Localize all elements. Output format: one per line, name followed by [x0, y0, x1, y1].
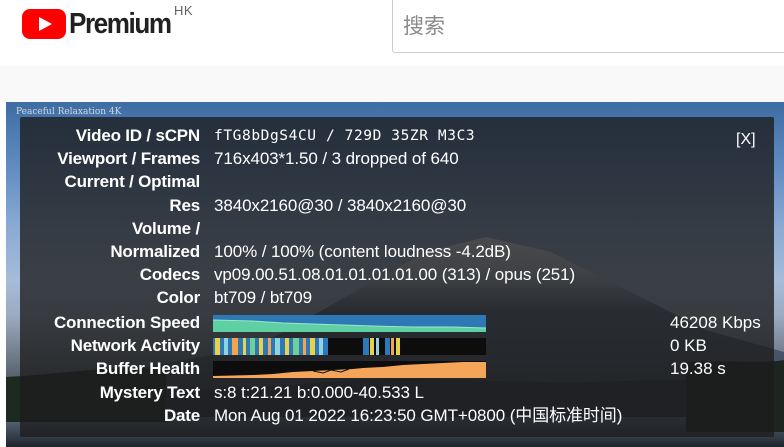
- masthead: Premium HK: [0, 0, 784, 66]
- stat-label: Current / Optimal: [64, 172, 201, 191]
- stat-label: Normalized: [110, 242, 200, 261]
- stat-label: Network Activity: [70, 336, 201, 355]
- stats-for-nerds-panel: [X] Video ID / sCPN fTG8bDgS4CU / 729D 3…: [20, 117, 774, 437]
- stat-value: 0 KB: [670, 336, 707, 355]
- stat-label: Volume /: [132, 219, 200, 238]
- connection-speed-graph: [213, 315, 486, 332]
- network-activity-graph: [213, 338, 486, 355]
- stat-value: 716x403*1.50 / 3 dropped of 640: [214, 149, 459, 168]
- stat-row-buffer-health: Buffer Health 19.38 s: [20, 358, 774, 380]
- logo-text: Premium: [69, 7, 172, 40]
- video-title-overlay: Peaceful Relaxation 4K: [16, 107, 122, 117]
- stat-value: 46208 Kbps: [670, 313, 761, 332]
- stat-label: Connection Speed: [53, 313, 200, 332]
- stat-label: Res: [169, 196, 200, 215]
- stat-label: Color: [156, 288, 201, 307]
- stat-row-connection-speed: Connection Speed 46208 Kbps: [20, 312, 774, 334]
- stat-row-viewport: Viewport / Frames 716x403*1.50 / 3 dropp…: [20, 148, 774, 170]
- stat-value: 3840x2160@30 / 3840x2160@30: [214, 196, 467, 215]
- stat-value: s:8 t:21.21 b:0.000-40.533 L: [214, 383, 424, 402]
- stat-row-normalized: Normalized 100% / 100% (content loudness…: [20, 241, 774, 263]
- stat-label: Date: [163, 406, 200, 425]
- stat-value: 100% / 100% (content loudness -4.2dB): [214, 242, 511, 261]
- page-background: [0, 66, 784, 102]
- stat-row-date: Date Mon Aug 01 2022 16:23:50 GMT+0800 (…: [20, 405, 774, 427]
- search-box[interactable]: [392, 0, 784, 53]
- stat-row-mystery-text: Mystery Text s:8 t:21.21 b:0.000-40.533 …: [20, 382, 774, 404]
- stat-value: Mon Aug 01 2022 16:23:50 GMT+0800 (中国标准时…: [214, 406, 623, 425]
- stat-row-network-activity: Network Activity 0 KB: [20, 335, 774, 357]
- stat-row-current-optimal: Current / Optimal: [20, 171, 774, 193]
- youtube-premium-logo[interactable]: Premium: [22, 6, 182, 42]
- stat-row-color: Color bt709 / bt709: [20, 287, 774, 309]
- country-code: HK: [174, 3, 194, 18]
- stat-label: Codecs: [139, 265, 200, 284]
- stat-row-codecs: Codecs vp09.00.51.08.01.01.01.01.00 (313…: [20, 264, 774, 286]
- stat-label: Buffer Health: [95, 359, 200, 378]
- buffer-health-graph: [213, 361, 486, 378]
- stat-label: Mystery Text: [99, 383, 200, 402]
- youtube-play-icon: [22, 9, 66, 39]
- stat-value: 19.38 s: [670, 359, 726, 378]
- stat-label: Viewport / Frames: [57, 149, 200, 168]
- stat-value: bt709 / bt709: [214, 288, 312, 307]
- stat-value: vp09.00.51.08.01.01.01.01.00 (313) / opu…: [214, 265, 576, 284]
- stat-row-res: Res 3840x2160@30 / 3840x2160@30: [20, 195, 774, 217]
- stat-value: fTG8bDgS4CU / 729D 35ZR M3C3: [214, 128, 476, 144]
- stat-label: Video ID / sCPN: [75, 126, 200, 145]
- search-input[interactable]: [393, 0, 784, 52]
- stat-row-volume: Volume /: [20, 218, 774, 240]
- stat-row-video-id: Video ID / sCPN fTG8bDgS4CU / 729D 35ZR …: [20, 125, 774, 147]
